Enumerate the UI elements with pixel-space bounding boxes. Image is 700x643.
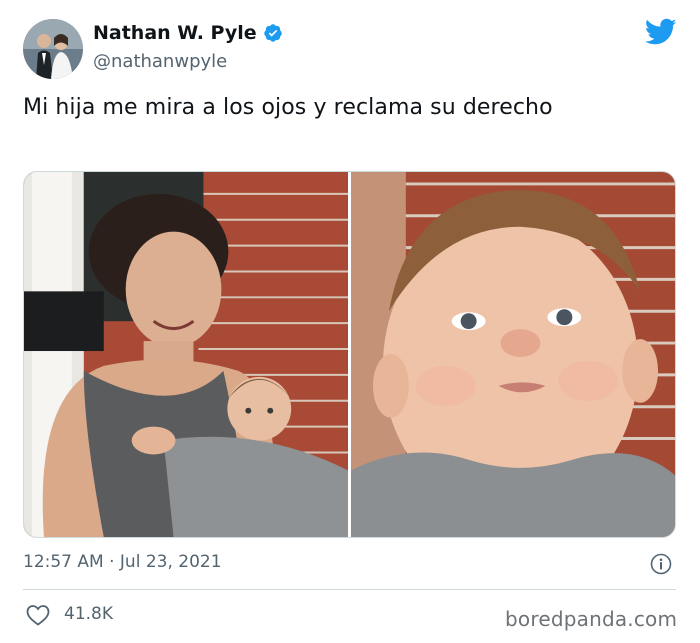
photo-mother-and-baby[interactable] — [24, 172, 348, 537]
photo-baby-closeup[interactable] — [351, 172, 675, 537]
author-handle[interactable]: @nathanwpyle — [93, 51, 227, 72]
footer-divider — [23, 589, 676, 590]
author-avatar[interactable] — [23, 19, 83, 79]
verified-badge-icon — [263, 23, 283, 43]
tweet-timestamp[interactable]: 12:57 AM · Jul 23, 2021 — [23, 552, 222, 572]
heart-icon[interactable] — [26, 604, 50, 626]
watermark: boredpanda.com — [505, 607, 678, 631]
like-count[interactable]: 41.8K — [64, 604, 113, 624]
tweet-media[interactable] — [23, 171, 676, 538]
author-display-name[interactable]: Nathan W. Pyle — [93, 22, 257, 44]
tweet-text: Mi hija me mira a los ojos y reclama su … — [23, 95, 553, 120]
info-icon[interactable] — [650, 553, 672, 575]
twitter-bird-icon[interactable] — [644, 18, 677, 46]
author-name-row: Nathan W. Pyle — [93, 22, 283, 44]
